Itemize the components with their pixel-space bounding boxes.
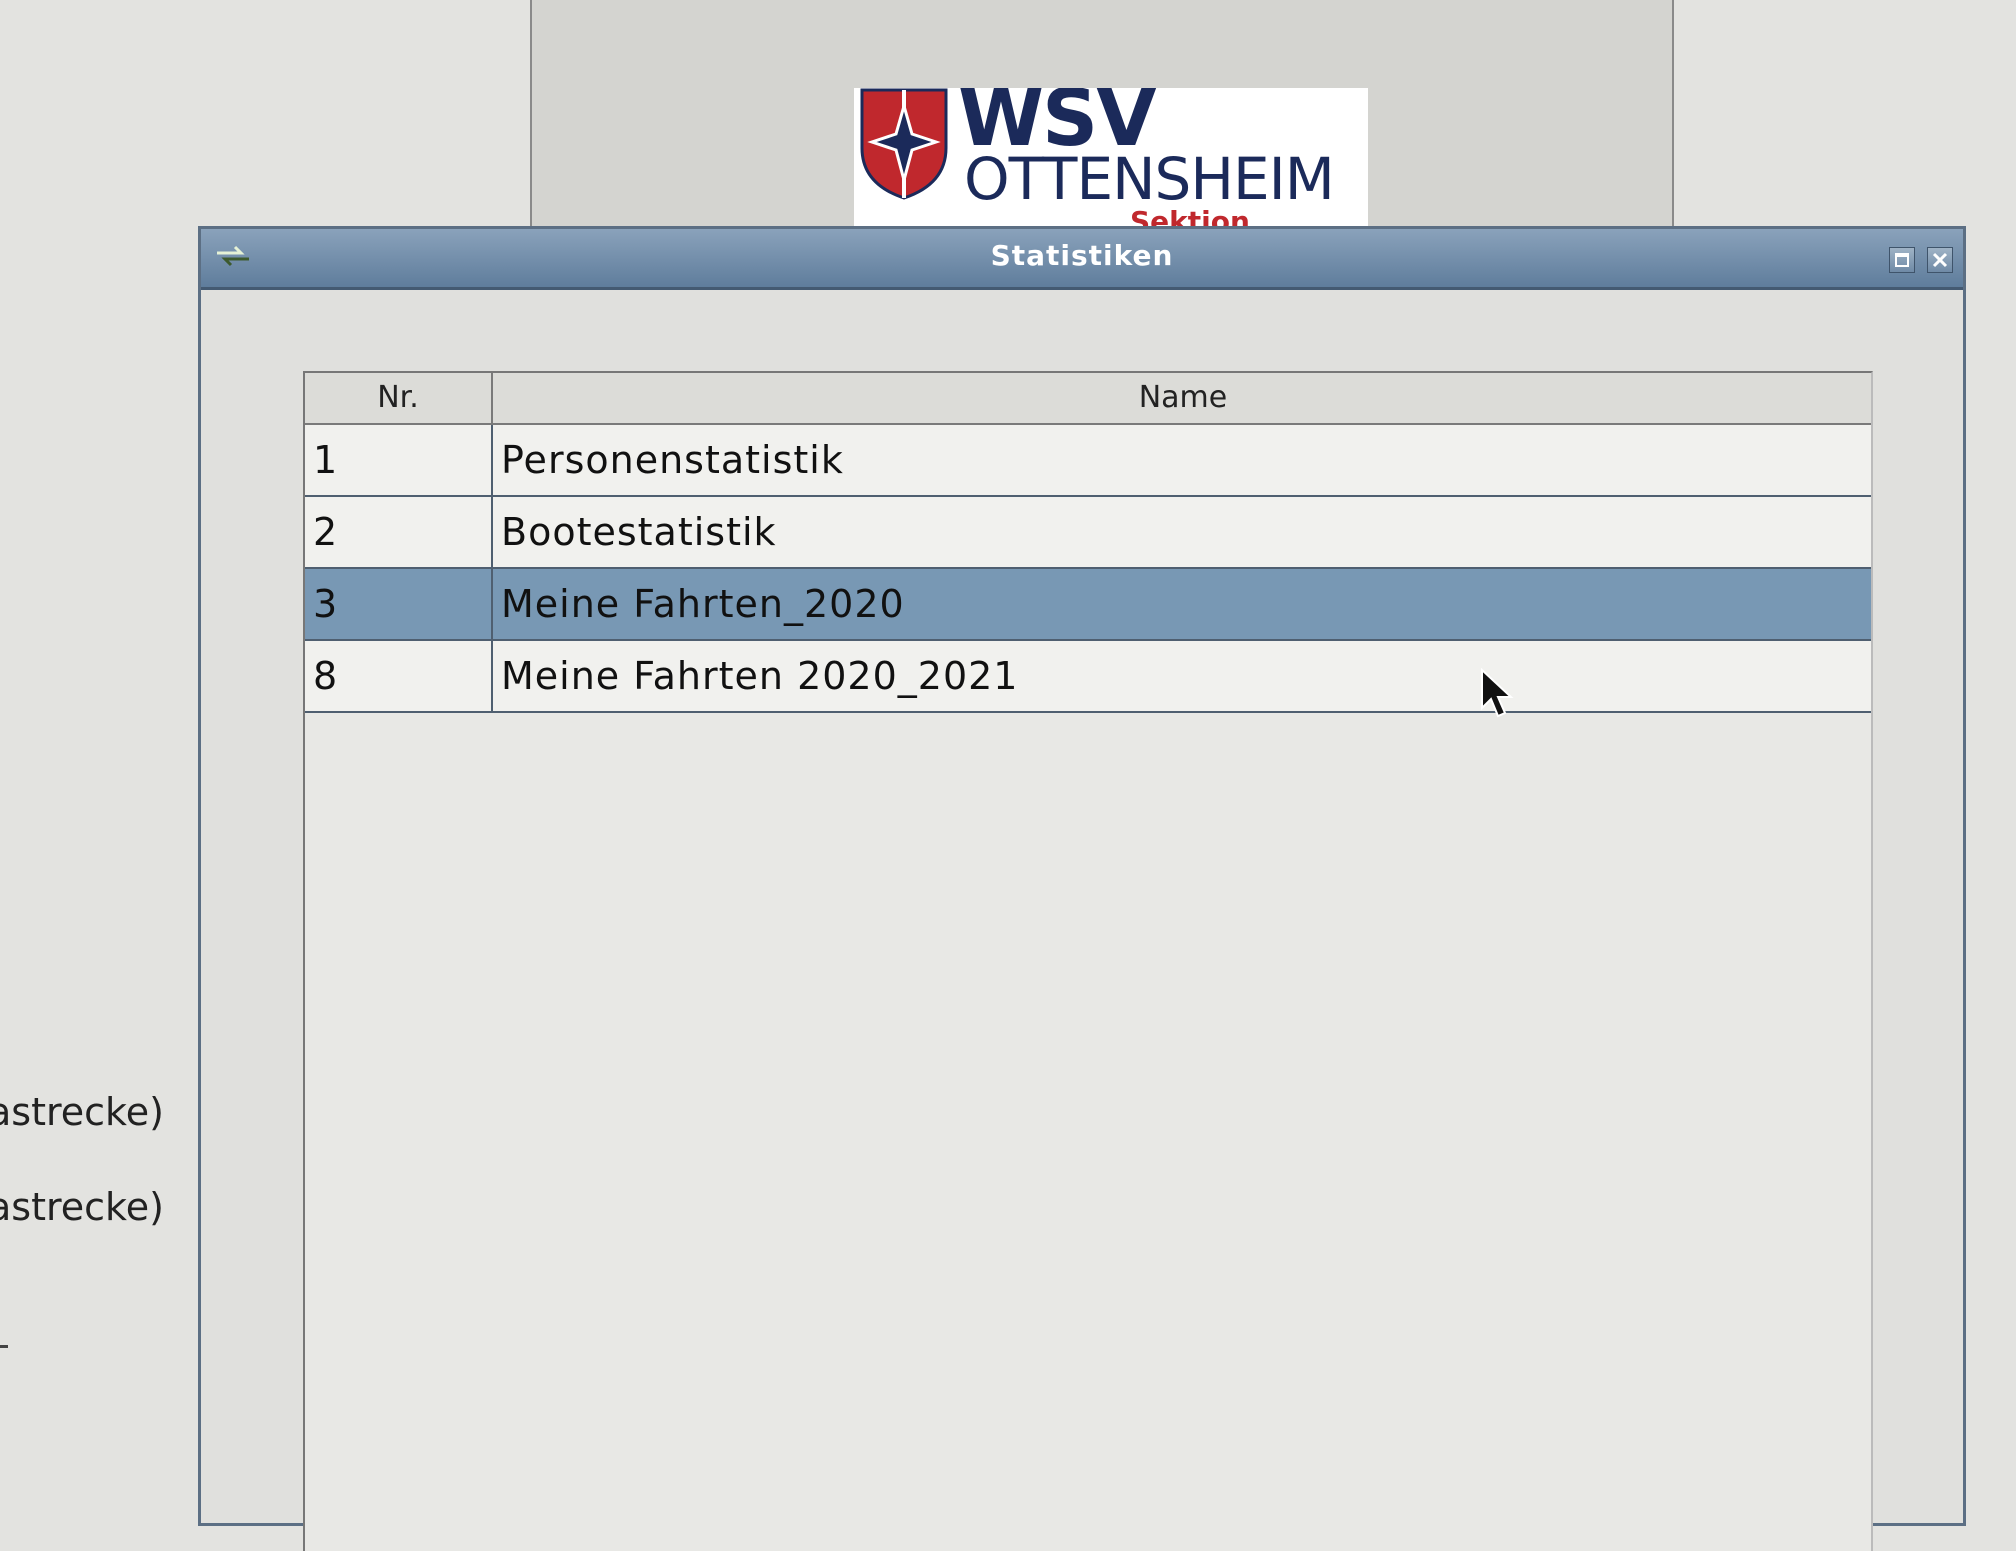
close-button[interactable] [1927, 247, 1953, 273]
close-icon [1932, 252, 1948, 268]
statistics-table[interactable]: Nr. Name 1 Personenstatistik 2 Bootestat… [303, 371, 1873, 1551]
row-number: 1 [305, 425, 493, 495]
maximize-button[interactable] [1889, 247, 1915, 273]
shield-icon [860, 88, 948, 200]
table-row[interactable]: 8 Meine Fahrten 2020_2021 [305, 641, 1871, 713]
table-row[interactable]: 1 Personenstatistik [305, 425, 1871, 497]
row-name: Bootestatistik [501, 510, 777, 554]
logo-city: OTTENSHEIM [964, 145, 1335, 213]
row-number: 2 [305, 497, 493, 567]
dialog-title: Statistiken [990, 239, 1174, 272]
column-header-nr[interactable]: Nr. [305, 373, 493, 423]
row-name: Meine Fahrten_2020 [501, 582, 905, 626]
club-logo: WSV OTTENSHEIM Sektion Rudern [854, 88, 1368, 238]
background-divider [1672, 0, 1674, 240]
mouse-cursor-icon [1481, 668, 1514, 718]
background-text-line: astrecke) [0, 1090, 164, 1134]
row-number: 3 [305, 569, 493, 639]
background-text-line: astrecke) [0, 1185, 164, 1229]
maximize-icon [1895, 253, 1909, 267]
dialog-titlebar[interactable]: Statistiken [201, 229, 1963, 290]
statistics-dialog: Statistiken Nr. Name 1 Personenstatistik… [198, 226, 1966, 1551]
column-header-name[interactable]: Name [493, 373, 1873, 423]
table-row-selected[interactable]: 3 Meine Fahrten_2020 [305, 569, 1871, 641]
row-number: 8 [305, 641, 493, 711]
table-header: Nr. Name [305, 373, 1871, 425]
table-row[interactable]: 2 Bootestatistik [305, 497, 1871, 569]
row-name: Meine Fahrten 2020_2021 [501, 654, 1019, 698]
row-name: Personenstatistik [501, 438, 844, 482]
background-dash [0, 1345, 8, 1348]
background-divider [530, 0, 532, 240]
